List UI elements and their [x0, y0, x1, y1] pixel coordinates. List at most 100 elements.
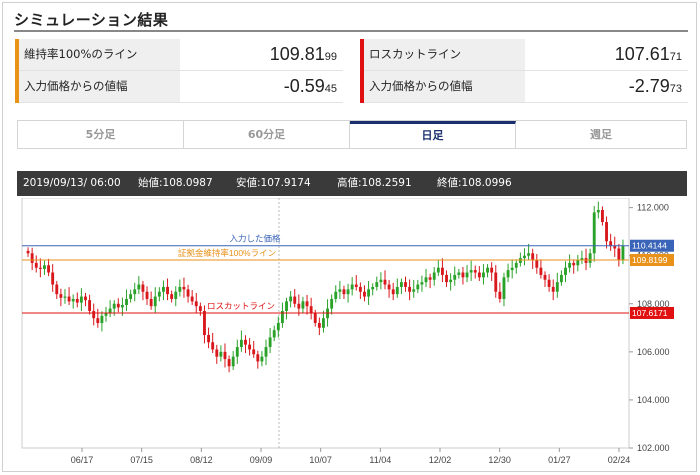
candle-body: [231, 356, 235, 367]
candle-body: [391, 289, 395, 295]
y-tick-label: 112.000: [637, 203, 669, 213]
candle-body: [92, 310, 96, 319]
candle-body: [145, 291, 149, 299]
candle-body: [129, 294, 133, 299]
margin-range-value: -0.5945: [284, 71, 337, 102]
candlestick-chart[interactable]: 112.000110.000108.000106.000104.000102.0…: [17, 197, 689, 468]
ohlc-high: 高値:108.2591: [337, 177, 412, 189]
candle-body: [465, 272, 469, 278]
losscut-range-value-small: 73: [669, 83, 682, 95]
candle-body: [330, 298, 334, 309]
candle-body: [564, 267, 567, 275]
candle-body: [285, 301, 288, 311]
margin-range-value-small: 45: [324, 83, 337, 95]
candle-body: [399, 282, 403, 287]
candle-body: [178, 286, 182, 292]
candle-body: [363, 291, 366, 297]
plot-border: [21, 197, 630, 449]
ohlc-info-bar: 2019/09/13/ 06:00 始値:108.0987 安値:107.917…: [17, 171, 687, 196]
candle-body: [88, 300, 92, 311]
candle-body: [322, 318, 325, 328]
x-tick-label: 12/30: [488, 455, 511, 465]
candle-body: [174, 291, 178, 299]
candle-body: [194, 301, 198, 307]
candle-body: [264, 347, 268, 357]
candle-body: [59, 294, 63, 298]
candle-body: [600, 210, 604, 223]
candle-body: [367, 289, 371, 297]
candle-body: [457, 272, 461, 275]
candle-body: [63, 296, 67, 298]
x-tick-label: 12/02: [429, 455, 452, 465]
candle-body: [527, 253, 531, 256]
candle-body: [30, 253, 34, 263]
candle-body: [555, 282, 559, 292]
candle-body: [207, 335, 211, 343]
title-divider: [14, 30, 688, 32]
simulation-panel: シミュレーション結果 維持率100%のライン 109.8199 入力価格からの値…: [2, 2, 697, 472]
candle-body: [170, 294, 174, 299]
timeframe-tabs: 5分足 60分足 日足 週足: [17, 120, 687, 149]
candle-body: [26, 250, 30, 254]
ohlc-close: 終値:108.0996: [437, 177, 512, 189]
page-title: シミュレーション結果: [14, 11, 169, 29]
candle-body: [125, 298, 128, 305]
x-tick-label: 10/07: [309, 455, 332, 465]
candle-body: [47, 265, 51, 273]
candle-body: [346, 289, 350, 295]
candle-body: [71, 298, 75, 302]
tab-weekly[interactable]: 週足: [516, 121, 686, 148]
candle-body: [51, 272, 55, 285]
losscut-line-row: ロスカットライン 107.6171: [364, 39, 688, 71]
candle-body: [404, 282, 407, 287]
candle-body: [198, 306, 202, 311]
candle-body: [96, 318, 100, 323]
candle-body: [100, 315, 104, 323]
candle-body: [568, 262, 572, 268]
losscut-range-label: 入力価格からの値幅: [364, 71, 525, 102]
ohlc-datetime: 2019/09/13/ 06:00: [23, 177, 121, 189]
candle-body: [166, 286, 169, 295]
candle-body: [494, 272, 498, 292]
candle-body: [432, 272, 436, 280]
candle-body: [412, 289, 416, 292]
ohlc-open: 始値:108.0987: [138, 177, 213, 189]
candle-body: [535, 260, 539, 268]
candle-body: [547, 279, 551, 287]
candle-body: [416, 284, 420, 290]
candle-body: [498, 291, 502, 299]
chart-canvas[interactable]: 112.000110.000108.000106.000104.000102.0…: [17, 197, 689, 468]
candle-body: [223, 351, 227, 360]
tab-5min[interactable]: 5分足: [18, 121, 184, 148]
candle-body: [395, 286, 399, 295]
candle-body: [371, 286, 375, 290]
losscut-line-price-value: 107.6171: [632, 308, 668, 318]
candle-body: [440, 267, 444, 275]
candle-body: [38, 267, 42, 269]
tab-daily[interactable]: 日足: [350, 121, 516, 148]
candle-body: [436, 267, 440, 273]
candle-body: [453, 274, 457, 280]
candle-body: [182, 286, 186, 290]
candle-body: [203, 310, 206, 336]
candle-body: [309, 306, 313, 314]
margin-line-row: 維持率100%のライン 109.8199: [19, 39, 343, 71]
candle-body: [211, 342, 215, 350]
candle-body: [133, 289, 137, 295]
candle-body: [116, 303, 120, 308]
entry-price-line-price-value: 110.4144: [632, 241, 667, 251]
candle-body: [613, 246, 617, 249]
candle-body: [120, 304, 124, 308]
y-tick-label: 102.000: [637, 443, 670, 453]
candle-body: [445, 274, 448, 283]
losscut-line-value-main: 107.61: [614, 44, 670, 64]
tab-60min[interactable]: 60分足: [184, 121, 350, 148]
candle-body: [79, 296, 83, 303]
candle-body: [215, 349, 219, 357]
margin-range-label: 入力価格からの値幅: [19, 71, 180, 102]
losscut-line-label: ロスカットライン: [207, 301, 275, 311]
candle-body: [420, 282, 424, 285]
entry-price-line-label: 入力した価格: [229, 234, 281, 244]
candle-body: [354, 284, 358, 287]
candle-body: [338, 289, 342, 292]
